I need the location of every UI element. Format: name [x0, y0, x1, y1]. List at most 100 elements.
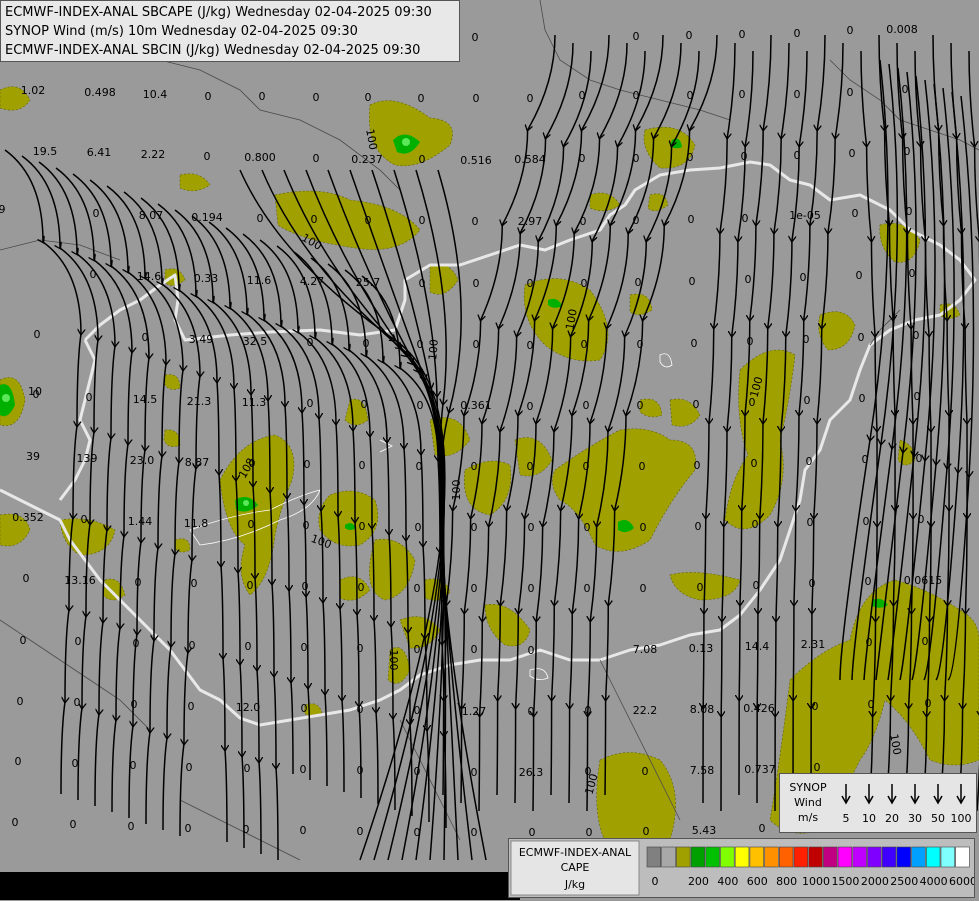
cin-value-214: 0 — [471, 826, 478, 839]
cin-value-199: 0 — [471, 766, 478, 779]
cin-value-188: 0 — [812, 700, 819, 713]
cin-value-104: 0 — [804, 394, 811, 407]
cin-value-75: 0 — [142, 331, 149, 344]
cin-value-6: 0 — [365, 91, 372, 104]
cin-value-196: 0 — [300, 763, 307, 776]
cin-value-209: 0 — [185, 822, 192, 835]
cape-swatch-7 — [749, 846, 764, 868]
cin-value-168: 7.08 — [633, 643, 658, 656]
cin-value-60: 0.33 — [194, 272, 219, 285]
cape-legend-swatches — [646, 846, 970, 868]
cin-value-206: 0 — [12, 816, 19, 829]
cape-tick-4: 800 — [776, 875, 797, 888]
cin-value-154: 0 — [753, 579, 760, 592]
cin-value-149: 0 — [471, 582, 478, 595]
cin-value-39: 0 — [849, 147, 856, 160]
cin-value-87: 0 — [803, 333, 810, 346]
cape-legend-unit: J/kg — [564, 878, 585, 891]
cin-value-200: 26.3 — [519, 766, 544, 779]
cin-value-79: 0 — [363, 337, 370, 350]
cin-value-96: 0 — [361, 398, 368, 411]
cin-value-101: 0 — [637, 399, 644, 412]
cin-value-157: 0.0615 — [904, 574, 943, 587]
cape-legend-ticks: 0 200 400 600 800 1000 1500 2000 2500 4000 6000 — [652, 875, 978, 888]
cape-swatch-10 — [793, 846, 808, 868]
cin-value-177: 0 — [188, 700, 195, 713]
cin-value-85: 0 — [691, 337, 698, 350]
cin-value-16: 0 — [902, 83, 909, 96]
cin-value-180: 0 — [357, 703, 364, 716]
cin-value-148: 0 — [414, 582, 421, 595]
cin-value-29: 0 — [313, 152, 320, 165]
cin-value-48: 0 — [419, 214, 426, 227]
cin-value-161: 0 — [189, 639, 196, 652]
cin-value-3: 0 — [205, 90, 212, 103]
cin-value-126: 1.44 — [128, 515, 153, 528]
cin-value-37: 0 — [741, 150, 748, 163]
cin-value-160: 0 — [133, 637, 140, 650]
cin-value-156: 0 — [865, 575, 872, 588]
cin-value-98: 0.361 — [460, 399, 492, 412]
cin-value-67: 0 — [581, 277, 588, 290]
cape-tick-8: 2500 — [890, 875, 918, 888]
cin-value-138: 0 — [807, 516, 814, 529]
cape-swatch-15 — [867, 846, 882, 868]
cin-value-189: 0 — [868, 698, 875, 711]
cin-value-70: 0 — [745, 273, 752, 286]
cin-value-175: 0 — [74, 696, 81, 709]
cin-value-204: 0.737 — [744, 763, 776, 776]
cin-value-40: 0 — [904, 145, 911, 158]
cin-value-193: 0 — [130, 759, 137, 772]
title-synop-wind: SYNOP Wind (m/s) 10m Wednesday 02-04-202… — [5, 24, 358, 39]
cin-value-59: 14.6 — [137, 270, 162, 283]
cin-value-121: 0 — [806, 455, 813, 468]
cin-value-56: 0 — [852, 207, 859, 220]
cin-value-80: 0 — [417, 338, 424, 351]
cin-value-190: 0 — [925, 697, 932, 710]
cin-value-36: 0 — [687, 151, 694, 164]
cin-value-167: 0 — [528, 644, 535, 657]
cin-value-18: 0 — [633, 30, 640, 43]
cin-value-185: 22.2 — [633, 704, 658, 717]
cin-value-176: 0 — [131, 698, 138, 711]
cin-value-174: 0 — [17, 695, 24, 708]
cin-value-113: 0 — [359, 459, 366, 472]
cin-value-4: 0 — [259, 90, 266, 103]
cin-value-108: 139 — [77, 452, 98, 465]
cin-value-25: 6.41 — [87, 146, 112, 159]
cin-value-195: 0 — [244, 762, 251, 775]
cin-value-139: 0 — [863, 515, 870, 528]
cape-swatch-4 — [705, 846, 720, 868]
cape-swatch-20 — [940, 846, 955, 868]
cin-value-129: 0 — [303, 519, 310, 532]
title-sbcape: ECMWF-INDEX-ANAL SBCAPE (J/kg) Wednesday… — [5, 5, 432, 20]
cin-value-208: 0 — [128, 820, 135, 833]
cin-value-53: 0 — [688, 213, 695, 226]
cin-value-169: 0.13 — [689, 642, 714, 655]
cape-tick-5: 1000 — [802, 875, 830, 888]
cin-value-68: 0 — [635, 276, 642, 289]
cin-value-120: 0 — [751, 457, 758, 470]
cin-value-186: 8.08 — [690, 703, 715, 716]
cin-value-21: 0 — [794, 27, 801, 40]
cin-value-127: 11.8 — [184, 517, 209, 530]
cin-value-191: 0 — [15, 755, 22, 768]
cin-value-194: 0 — [186, 761, 193, 774]
cin-value-43: 8.07 — [139, 209, 164, 222]
cin-value-9: 0 — [527, 92, 534, 105]
cape-swatch-0 — [646, 846, 661, 868]
cin-value-184: 0 — [585, 704, 592, 717]
cin-value-63: 25.7 — [356, 276, 381, 289]
cin-value-143: 0 — [135, 576, 142, 589]
wind-legend-unit: m/s — [798, 811, 818, 824]
cin-value-0: 1.02 — [21, 84, 46, 97]
cin-value-58: 0 — [90, 268, 97, 281]
cape-swatch-14 — [852, 846, 867, 868]
cin-value-46: 0 — [311, 213, 318, 226]
cin-value-32: 0.516 — [460, 154, 492, 167]
cin-value-27: 0 — [204, 150, 211, 163]
wind-legend-title-1: SYNOP — [789, 781, 827, 794]
wind-legend-title-2: Wind — [794, 796, 822, 809]
cin-value-95: 0 — [307, 397, 314, 410]
cin-value-141: 0 — [23, 572, 30, 585]
